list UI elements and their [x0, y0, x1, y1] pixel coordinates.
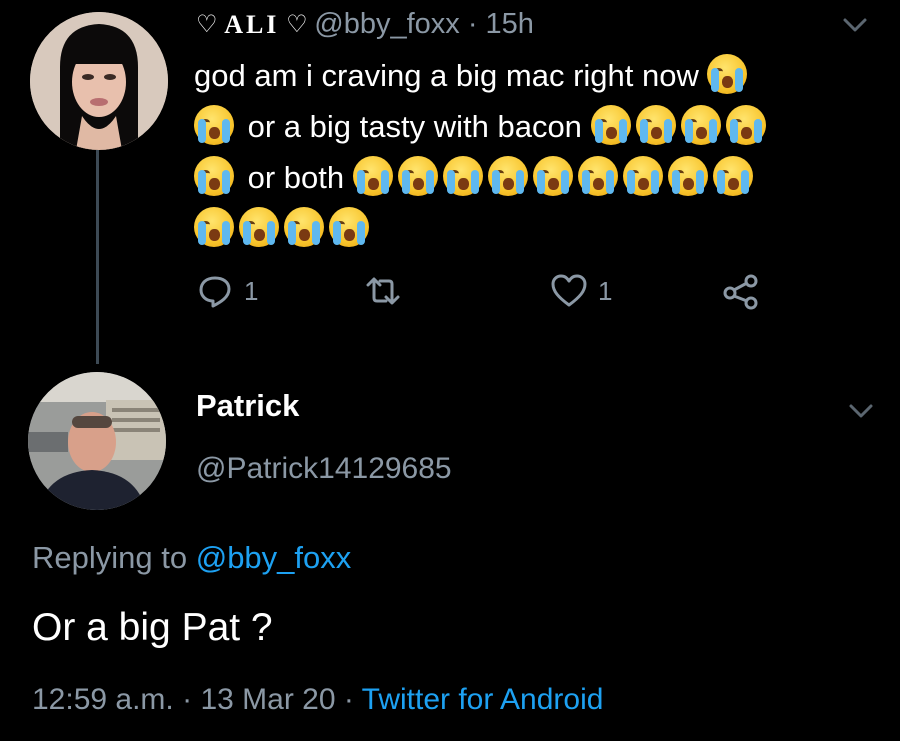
- separator-dot: ·: [182, 683, 193, 716]
- share-icon: [723, 274, 758, 310]
- replying-to-mention[interactable]: @bby_foxx: [196, 540, 352, 575]
- tweet-text-line2: or a big tasty with bacon: [247, 109, 582, 144]
- reply-bubble-icon: [199, 276, 231, 308]
- retweet-action[interactable]: [364, 272, 402, 310]
- loudly-crying-face-icon: [194, 207, 234, 247]
- reply-text: Or a big Pat ?: [32, 606, 273, 649]
- tweet-text-line3: or both: [247, 160, 345, 195]
- heart-icon: [551, 274, 587, 307]
- avatar-patrick[interactable]: [28, 372, 166, 510]
- retweet-icon: [366, 277, 400, 305]
- loudly-crying-face-icon: [667, 156, 708, 196]
- loudly-crying-face-icon: [442, 156, 483, 196]
- loudly-crying-face-icon: [194, 105, 234, 145]
- tweet-line: or both: [194, 152, 874, 203]
- loudly-crying-face-icon: [532, 156, 573, 196]
- tweet-time[interactable]: 15h: [485, 8, 533, 41]
- reply-date: 13 Mar 20: [200, 683, 336, 716]
- separator-dot: ·: [343, 683, 354, 716]
- separator-dot: ·: [467, 8, 478, 40]
- avatar-ali-image: [30, 12, 168, 150]
- loudly-crying-face-icon: [725, 105, 766, 145]
- reply-count: 1: [244, 275, 259, 306]
- tweet-line: or a big tasty with bacon: [194, 101, 874, 152]
- loudly-crying-face-icon: [712, 156, 753, 196]
- loudly-crying-face-icon: [577, 156, 618, 196]
- reply-action[interactable]: 1: [196, 272, 258, 310]
- loudly-crying-face-icon: [397, 156, 438, 196]
- loudly-crying-face-icon: [635, 105, 676, 145]
- heart-outline-icon: ♡: [196, 11, 225, 38]
- reply-source[interactable]: Twitter for Android: [362, 683, 604, 716]
- tweet-line: god am i craving a big mac right now: [194, 50, 874, 101]
- avatar-ali[interactable]: [30, 12, 168, 150]
- tweet-text-line1: god am i craving a big mac right now: [194, 58, 699, 93]
- chevron-down-icon[interactable]: [842, 392, 880, 430]
- loudly-crying-face-icon: [329, 207, 369, 247]
- loudly-crying-face-icon: [284, 207, 324, 247]
- reply-metadata: 12:59 a.m. · 13 Mar 20 · Twitter for And…: [32, 683, 603, 717]
- reply-author-handle[interactable]: @Patrick14129685: [196, 452, 452, 486]
- loudly-crying-face-icon: [352, 156, 393, 196]
- heart-outline-icon: ♡: [279, 11, 315, 38]
- tweet-line: [194, 203, 874, 254]
- loudly-crying-face-icon: [239, 207, 279, 247]
- replying-to: Replying to @bby_foxx: [32, 540, 351, 576]
- loudly-crying-face-icon: [707, 54, 748, 94]
- tweet-actions: 1 1: [196, 272, 796, 312]
- loudly-crying-face-icon: [590, 105, 631, 145]
- share-action[interactable]: [722, 272, 760, 310]
- tweet-header: ♡ ALI ♡ @bby_foxx · 15h: [196, 8, 534, 41]
- display-name[interactable]: ALI: [224, 10, 279, 40]
- reply-author-name[interactable]: Patrick: [196, 388, 299, 424]
- thread-line: [96, 150, 99, 364]
- loudly-crying-face-icon: [194, 156, 234, 196]
- chevron-down-icon[interactable]: [836, 6, 874, 44]
- loudly-crying-face-icon: [680, 105, 721, 145]
- loudly-crying-face-icon: [622, 156, 663, 196]
- loudly-crying-face-icon: [487, 156, 528, 196]
- user-handle[interactable]: @bby_foxx: [314, 8, 460, 41]
- replying-to-label: Replying to: [32, 540, 188, 575]
- tweet-text: god am i craving a big mac right now or …: [194, 50, 874, 254]
- reply-time: 12:59 a.m.: [32, 683, 174, 716]
- avatar-patrick-image: [28, 372, 166, 510]
- like-action[interactable]: 1: [550, 272, 612, 310]
- like-count: 1: [598, 275, 613, 306]
